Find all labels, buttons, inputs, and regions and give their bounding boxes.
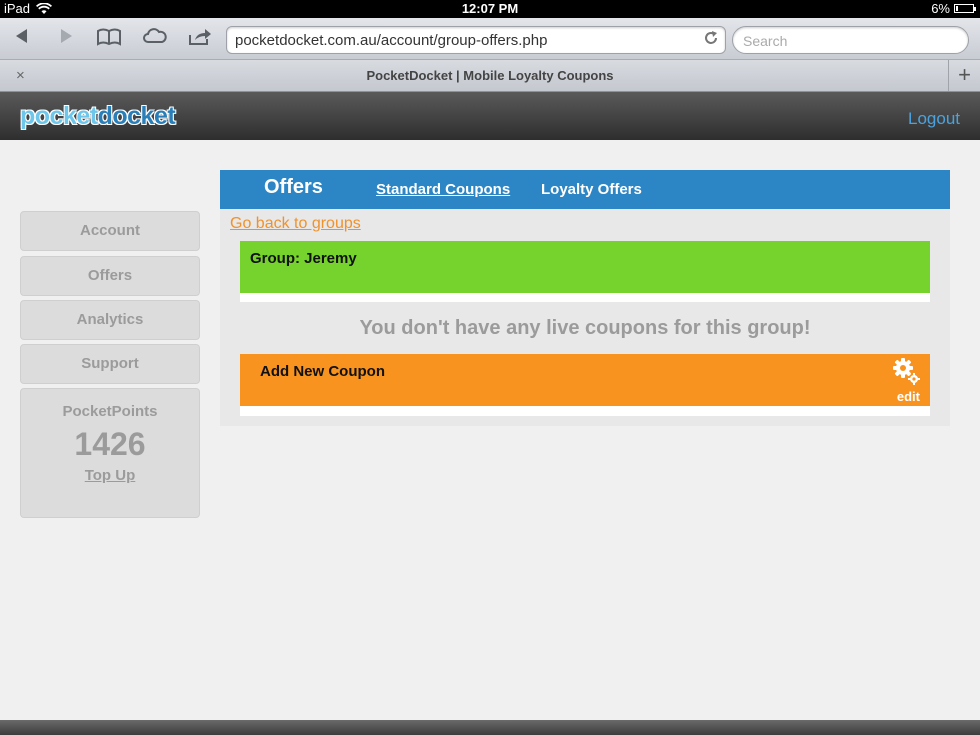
offers-tab-bar: Offers Standard Coupons Loyalty Offers [220, 170, 950, 209]
pocketpoints-panel: PocketPoints 1426 Top Up [20, 388, 200, 518]
bookmarks-icon[interactable] [95, 27, 123, 51]
battery-icon [954, 4, 976, 13]
tab-strip: × PocketDocket | Mobile Loyalty Coupons … [0, 60, 980, 92]
back-to-groups-link[interactable]: Go back to groups [230, 215, 361, 233]
url-text: pocketdocket.com.au/account/group-offers… [235, 32, 548, 49]
edit-label[interactable]: edit [897, 389, 920, 404]
gear-icon[interactable] [892, 357, 922, 387]
address-bar[interactable]: pocketdocket.com.au/account/group-offers… [226, 26, 726, 54]
icloud-tabs-icon[interactable] [141, 27, 169, 51]
forward-arrow-icon[interactable] [52, 27, 80, 51]
group-title: Group: Jeremy [250, 250, 357, 267]
reload-icon[interactable] [703, 30, 719, 51]
empty-coupons-message: You don't have any live coupons for this… [359, 317, 811, 339]
status-bar: iPad 12:07 PM 6% [0, 0, 980, 18]
battery-percent: 6% [931, 1, 950, 16]
bottom-bar [0, 720, 980, 735]
search-field[interactable]: Search [732, 26, 969, 54]
group-card[interactable]: Group: Jeremy [240, 241, 930, 302]
top-up-link[interactable]: Top Up [21, 467, 199, 484]
clock: 12:07 PM [461, 1, 519, 16]
pocketdocket-logo[interactable]: pocketdocket [20, 102, 176, 131]
site-header: pocketdocket Logout [0, 92, 980, 140]
sidebar-item-account[interactable]: Account [20, 211, 200, 251]
sidebar-item-offers[interactable]: Offers [20, 256, 200, 296]
sidebar-item-analytics[interactable]: Analytics [20, 300, 200, 340]
add-new-coupon-card[interactable]: Add New Coupon edit [240, 354, 930, 416]
add-coupon-label: Add New Coupon [260, 363, 385, 380]
new-tab-button[interactable]: + [948, 60, 980, 91]
browser-toolbar: pocketdocket.com.au/account/group-offers… [0, 18, 980, 60]
tab-offers[interactable]: Offers [264, 176, 323, 199]
sidebar-item-support[interactable]: Support [20, 344, 200, 384]
tab-standard-coupons[interactable]: Standard Coupons [376, 181, 510, 198]
points-label: PocketPoints [62, 403, 158, 420]
offers-panel: Offers Standard Coupons Loyalty Offers G… [220, 170, 950, 426]
points-value: 1426 [74, 426, 146, 462]
search-placeholder: Search [743, 33, 788, 49]
logout-link[interactable]: Logout [908, 109, 960, 129]
share-icon[interactable] [186, 27, 214, 51]
back-arrow-icon[interactable] [8, 27, 36, 51]
tab-loyalty-offers[interactable]: Loyalty Offers [541, 181, 642, 198]
tab-title[interactable]: PocketDocket | Mobile Loyalty Coupons [0, 68, 980, 83]
